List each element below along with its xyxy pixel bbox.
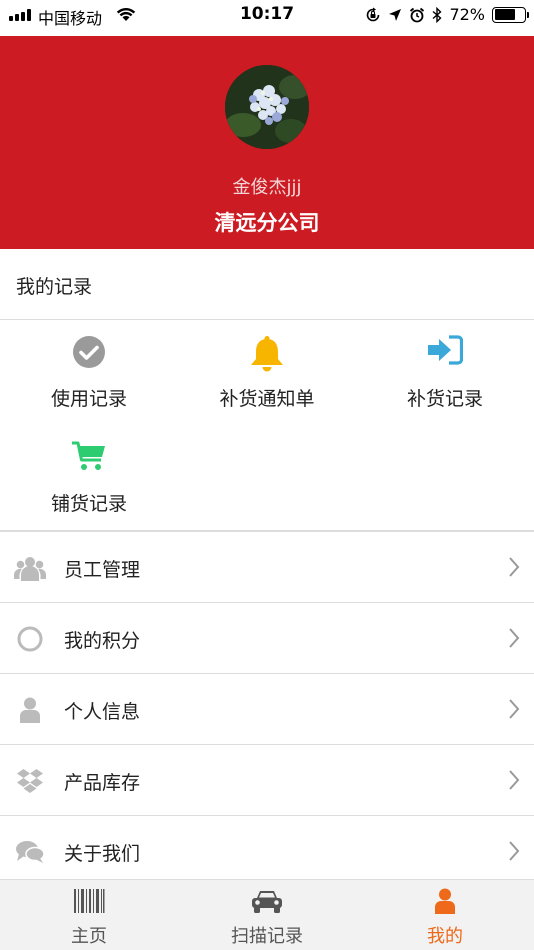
tab-label: 主页 (71, 926, 107, 947)
chevron-right-icon (509, 770, 520, 790)
menu-item-my-points[interactable]: 我的积分 (0, 603, 534, 674)
menu-item-label: 我的积分 (64, 630, 141, 652)
check-circle-icon (73, 336, 105, 368)
cart-icon (72, 441, 105, 470)
battery-icon (492, 6, 529, 23)
alarm-icon (410, 7, 425, 22)
bluetooth-icon (432, 6, 442, 23)
circle-icon (17, 626, 43, 652)
bell-icon (251, 336, 283, 372)
menu-item-about-us[interactable]: 关于我们 (0, 816, 534, 887)
record-item-restock-notice[interactable]: 补货通知单 (178, 321, 356, 426)
tab-home[interactable]: 主页 (0, 880, 178, 950)
status-bar: 中国移动 10:17 72% (0, 0, 534, 32)
avatar-flower-photo (225, 65, 309, 149)
menu-item-label: 产品库存 (64, 772, 141, 794)
chevron-right-icon (509, 699, 520, 719)
records-section-title: 我的记录 (16, 276, 93, 298)
record-item-label: 使用记录 (50, 388, 127, 410)
company-name: 清远分公司 (214, 211, 320, 235)
record-item-label: 补货通知单 (219, 388, 315, 410)
chat-icon (16, 841, 45, 863)
orientation-lock-icon (367, 7, 380, 21)
records-section-header: 我的记录 (0, 249, 534, 320)
user-icon (20, 697, 40, 723)
menu-item-product-inventory[interactable]: 产品库存 (0, 745, 534, 816)
barcode-icon (74, 889, 105, 913)
sign-in-icon (428, 335, 463, 365)
records-grid: 使用记录 补货通知单 补货记录 铺货记录 (0, 321, 534, 532)
menu-list: 员工管理 我的积分 个人信息 产品库存 关于我们 (0, 532, 534, 887)
menu-item-label: 员工管理 (64, 559, 141, 581)
tab-label: 扫描记录 (231, 926, 303, 947)
dropbox-icon (17, 769, 43, 793)
chevron-right-icon (509, 628, 520, 648)
menu-item-personal-info[interactable]: 个人信息 (0, 674, 534, 745)
avatar[interactable] (225, 65, 309, 149)
profile-header: 金俊杰jjj 清远分公司 (0, 36, 534, 249)
users-icon (14, 557, 46, 581)
user-name: 金俊杰jjj (232, 177, 302, 198)
menu-item-label: 个人信息 (64, 701, 141, 723)
location-icon (389, 8, 402, 21)
tab-mine[interactable]: 我的 (356, 880, 534, 950)
chevron-right-icon (509, 841, 520, 861)
record-item-restock-records[interactable]: 补货记录 (356, 321, 534, 426)
battery-percent: 72% (449, 5, 485, 24)
car-icon (252, 891, 282, 913)
menu-item-staff-management[interactable]: 员工管理 (0, 532, 534, 603)
record-item-usage[interactable]: 使用记录 (0, 321, 178, 426)
record-item-distribution[interactable]: 铺货记录 (0, 426, 178, 531)
chevron-right-icon (509, 557, 520, 577)
tab-scan-records[interactable]: 扫描记录 (178, 880, 356, 950)
tab-label: 我的 (427, 926, 463, 947)
user-icon (435, 888, 455, 914)
record-item-label: 补货记录 (406, 388, 483, 410)
menu-item-label: 关于我们 (64, 843, 141, 865)
record-item-label: 铺货记录 (50, 493, 127, 515)
tab-bar: 主页 扫描记录 我的 (0, 879, 534, 950)
